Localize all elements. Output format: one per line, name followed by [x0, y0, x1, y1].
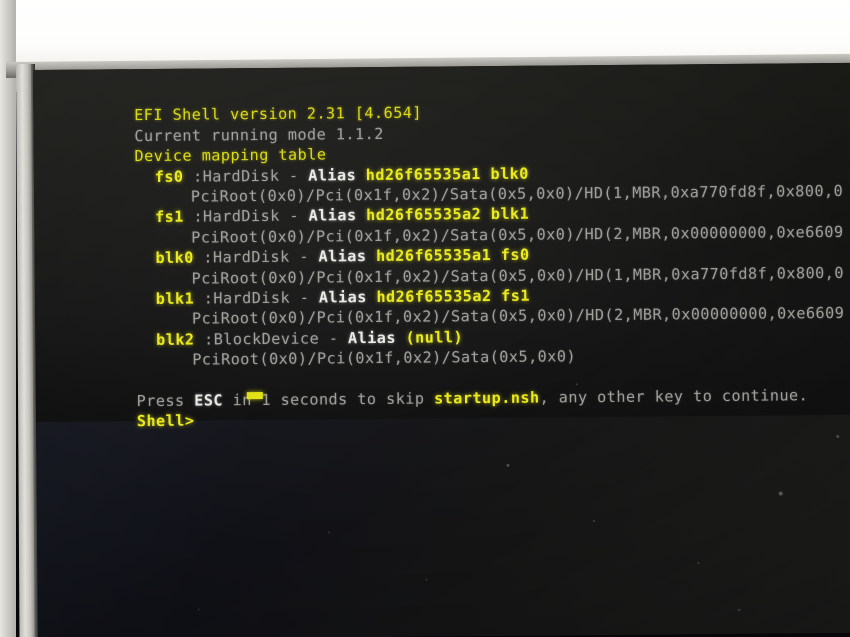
efi-shell-screen: EFI Shell version 2.31 [4.654] Current r…: [33, 62, 850, 637]
efi-shell-console: EFI Shell version 2.31 [4.654] Current r…: [33, 63, 850, 637]
block-cursor: [246, 392, 263, 400]
monitor-photograph: EFI Shell version 2.31 [4.654] Current r…: [0, 0, 850, 637]
shell-prompt: Shell>: [136, 412, 195, 431]
wall-background-left: [0, 0, 16, 637]
device-path: PciRoot(0x0)/Pci(0x1f,0x2)/Sata(0x5,0x0): [192, 347, 577, 369]
